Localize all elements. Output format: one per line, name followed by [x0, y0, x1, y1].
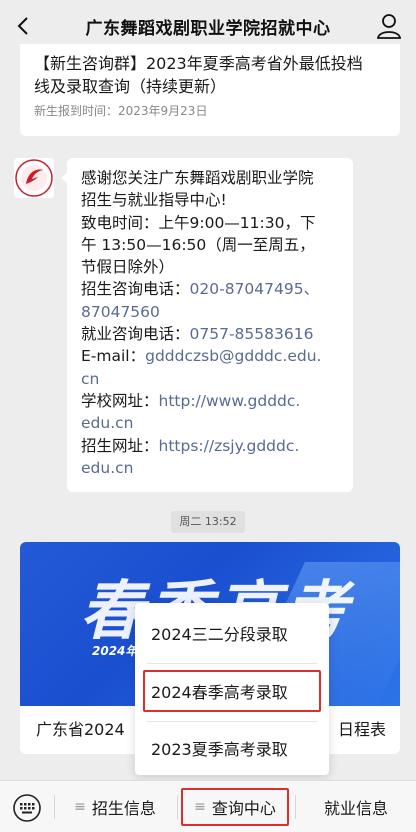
- school-logo-icon: [15, 159, 53, 197]
- article-date: 新生报到时间：2023年9月23日: [34, 104, 208, 118]
- msg-line: 午 13:50—16:50（周一至周五，: [81, 235, 315, 254]
- page-title: 广东舞蹈戏剧职业学院招就中心: [85, 18, 331, 39]
- account-avatar[interactable]: [14, 158, 54, 198]
- school-url-label: 学校网址：: [81, 391, 159, 410]
- employment-phone-label: 就业咨询电话：: [81, 325, 190, 344]
- caption-left: 广东省2024: [36, 720, 125, 739]
- highlight-box: [143, 670, 321, 712]
- admission-url-link[interactable]: https://zsjy.gdddc.: [159, 437, 300, 455]
- menu-employment-info[interactable]: 就业信息: [296, 781, 416, 832]
- school-url-link[interactable]: http://www.gdddc.: [159, 392, 301, 410]
- msg-line: 招生网址：https://zsjy.gdddc.: [81, 435, 343, 457]
- employment-phone-link[interactable]: 0757-85583616: [190, 325, 314, 343]
- admission-phone-link-2[interactable]: 87047560: [81, 303, 160, 321]
- back-icon[interactable]: [10, 12, 38, 40]
- keyboard-icon[interactable]: [12, 793, 42, 823]
- msg-line: 87047560: [81, 301, 343, 323]
- submenu-item-2024-sanerfenduan[interactable]: 2024三二分段录取: [135, 614, 329, 656]
- article-title-line1: 【新生咨询群】2023年夏季高考省外最低投档: [34, 54, 363, 73]
- admission-url-link-cont[interactable]: edu.cn: [81, 459, 133, 477]
- menu-divider: [147, 721, 317, 722]
- banner-year: 2024年: [92, 644, 138, 658]
- msg-line: 招生咨询电话：020-87047495、: [81, 278, 343, 300]
- highlight-box: [181, 788, 289, 826]
- msg-line: 节假日除外）: [81, 258, 175, 277]
- msg-line: cn: [81, 368, 343, 390]
- email-link[interactable]: gdddczsb@gdddc.edu.: [145, 347, 321, 365]
- article-title-line2: 线及录取查询（持续更新）: [34, 77, 227, 96]
- msg-line: edu.cn: [81, 457, 343, 479]
- caption-right: 日程表: [337, 720, 386, 739]
- admission-phone-label: 招生咨询电话：: [81, 280, 190, 299]
- user-profile-icon[interactable]: [376, 12, 402, 40]
- msg-line: E-mail：gdddczsb@gdddc.edu.: [81, 345, 343, 367]
- menu-divider: [147, 663, 317, 664]
- email-label: E-mail：: [81, 347, 146, 366]
- msg-line: edu.cn: [81, 412, 343, 434]
- message-timestamp: 周二 13:52: [171, 511, 245, 533]
- menu-admission-info[interactable]: ≡ 招生信息: [55, 781, 175, 832]
- bottom-menu-bar: ≡ 招生信息 ≡ 查询中心 就业信息: [0, 780, 416, 832]
- email-link-cont[interactable]: cn: [81, 370, 99, 388]
- msg-line: 学校网址：http://www.gdddc.: [81, 390, 343, 412]
- submenu-popup: 2024三二分段录取 2024春季高考录取 2023夏季高考录取: [135, 603, 329, 775]
- submenu-item-2023-summer-gaokao[interactable]: 2023夏季高考录取: [135, 729, 329, 771]
- article-card[interactable]: 【新生咨询群】2023年夏季高考省外最低投档 线及录取查询（持续更新） 新生报到…: [20, 44, 400, 136]
- welcome-message-bubble: 感谢您关注广东舞蹈戏剧职业学院 招生与就业指导中心! 致电时间：上午9:00—1…: [61, 158, 353, 492]
- admission-phone-link[interactable]: 020-87047495、: [190, 280, 320, 298]
- menu-list-icon: ≡: [74, 799, 86, 815]
- menu-label: 就业信息: [323, 799, 388, 818]
- school-url-link-cont[interactable]: edu.cn: [81, 414, 133, 432]
- menu-label: 招生信息: [91, 799, 156, 818]
- admission-url-label: 招生网址：: [81, 436, 159, 455]
- msg-line: 就业咨询电话：0757-85583616: [81, 323, 343, 345]
- msg-line: 感谢您关注广东舞蹈戏剧职业学院: [81, 169, 314, 187]
- msg-line: 招生与就业指导中心!: [81, 191, 227, 210]
- msg-line: 致电时间：上午9:00—11:30，下: [81, 213, 316, 232]
